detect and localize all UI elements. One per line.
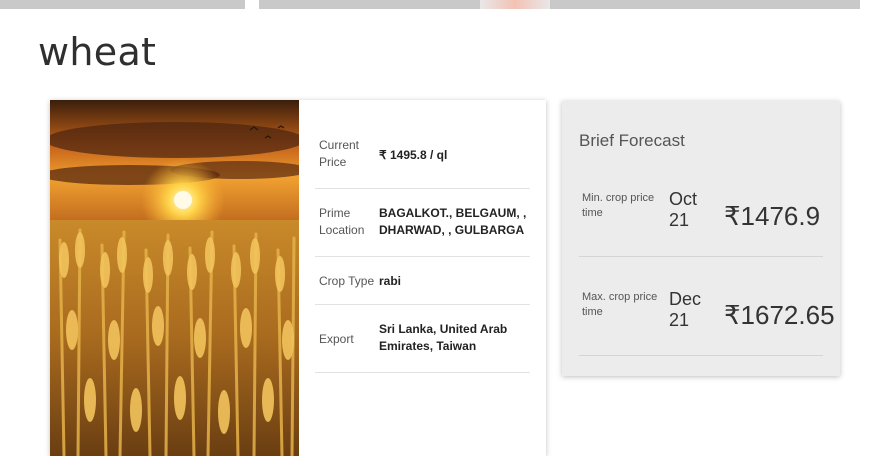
brief-forecast-card: Brief Forecast Min. crop price time Oct … [562,101,840,376]
page-title: wheat [38,30,157,74]
forecast-row-min: Min. crop price time Oct 21 ₹1476.9 [579,183,823,257]
forecast-year: 21 [669,310,690,330]
detail-label: Prime Location [319,206,365,237]
detail-value: BAGALKOT., BELGAUM, , DHARWAD, , GULBARG… [379,206,527,237]
forecast-month: Dec [669,289,702,309]
detail-value: Sri Lanka, United Arab Emirates, Taiwan [379,322,508,353]
forecast-month: Oct [669,189,698,209]
forecast-price: ₹1672.65 [724,300,835,330]
detail-row-export: Export Sri Lanka, United Arab Emirates, … [315,305,530,373]
detail-row-prime-location: Prime Location BAGALKOT., BELGAUM, , DHA… [315,189,530,257]
detail-value: rabi [379,274,402,288]
top-banner-strip [0,0,878,9]
detail-label: Current Price [319,138,360,169]
detail-row-current-price: Current Price ₹ 1495.8 / ql [315,125,530,189]
crop-photo [50,100,299,456]
forecast-label: Min. crop price time [582,192,655,219]
forecast-title: Brief Forecast [579,131,685,150]
crop-details: Current Price ₹ 1495.8 / ql Prime Locati… [315,125,530,373]
detail-label: Crop Type [319,274,375,288]
detail-label: Export [319,332,354,346]
banner-gap [860,0,878,9]
crop-info-card: Current Price ₹ 1495.8 / ql Prime Locati… [50,100,546,456]
banner-accent [480,0,550,9]
forecast-label: Max. crop price time [582,291,658,318]
detail-value: ₹ 1495.8 / ql [379,148,448,162]
forecast-price: ₹1476.9 [724,201,821,231]
banner-gap [245,0,259,9]
forecast-year: 21 [669,210,690,230]
detail-row-crop-type: Crop Type rabi [315,257,530,305]
forecast-row-max: Max. crop price time Dec 21 ₹1672.65 [579,256,835,356]
